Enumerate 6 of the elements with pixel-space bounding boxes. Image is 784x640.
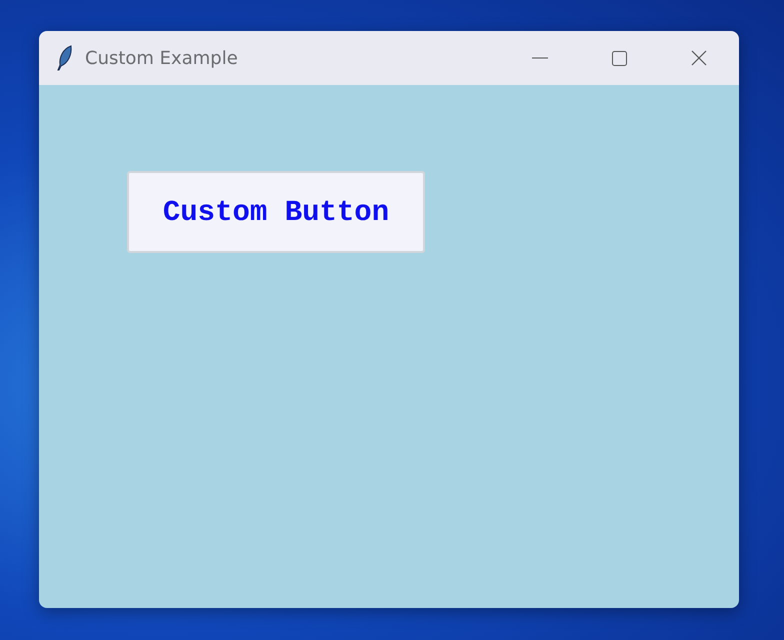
custom-button[interactable]: Custom Button — [127, 171, 425, 253]
minimize-icon[interactable] — [532, 57, 548, 59]
close-icon[interactable] — [691, 50, 707, 66]
feather-icon — [57, 45, 73, 71]
window-title: Custom Example — [85, 48, 238, 68]
maximize-icon[interactable] — [612, 50, 627, 66]
